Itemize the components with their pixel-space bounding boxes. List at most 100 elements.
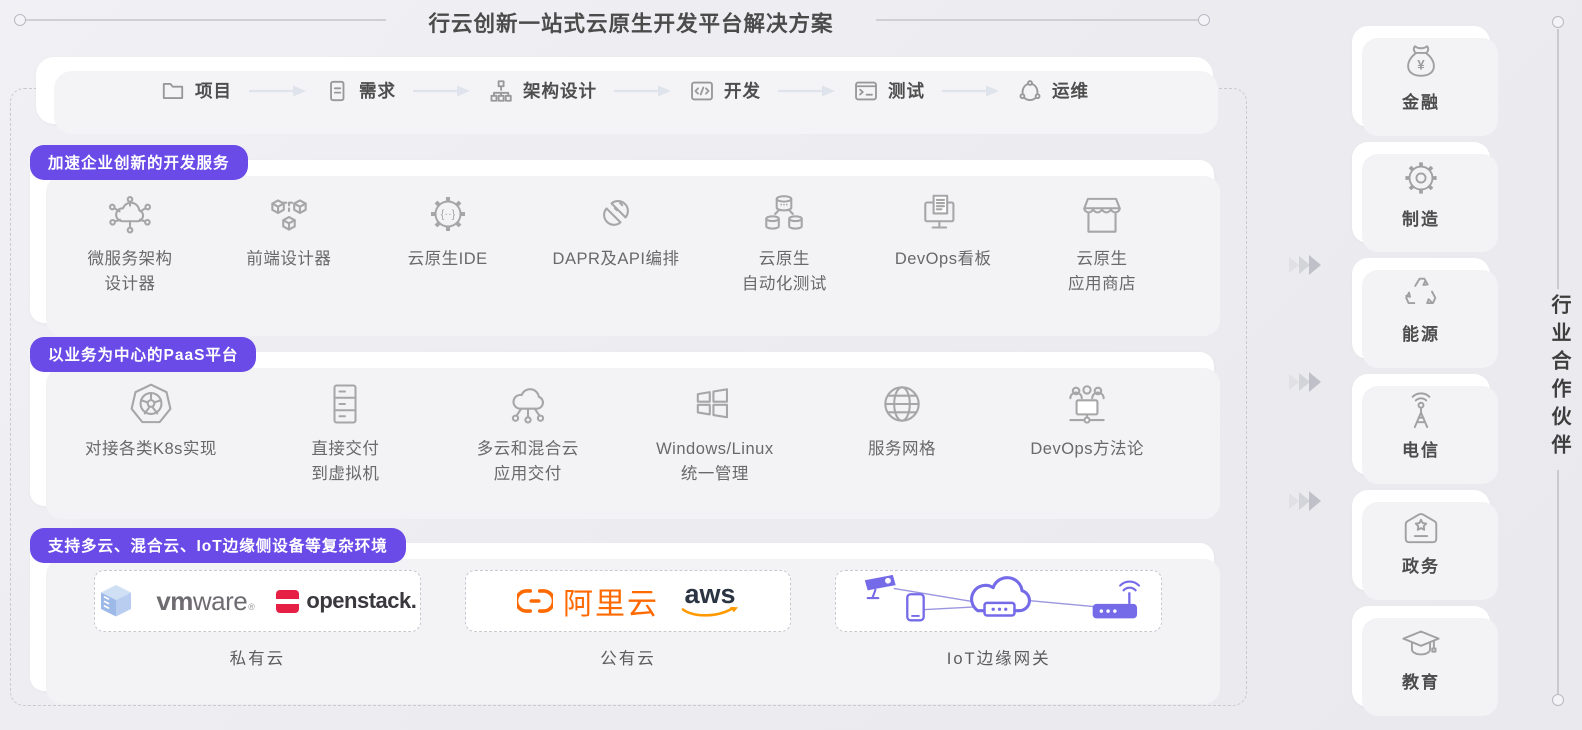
- feature-item: 云原生 应用商店: [1048, 184, 1156, 297]
- feature-item: DevOps看板: [889, 184, 997, 297]
- deco-line-title-left: [26, 19, 386, 21]
- flow-step-ops: 运维: [1017, 78, 1089, 104]
- env-iot-gateway: IoT边缘网关: [835, 570, 1163, 669]
- flow-step-label: 开发: [724, 81, 761, 101]
- env-box: [835, 570, 1163, 632]
- feature-item: DevOps方法论: [1030, 374, 1144, 487]
- feature-label: 到虚拟机: [311, 464, 380, 483]
- recycle-icon: [1405, 277, 1437, 304]
- aws-logo: aws: [681, 579, 739, 619]
- flow-step-label: 架构设计: [523, 81, 597, 101]
- devops-board-monitor-icon: [889, 184, 997, 238]
- app-store-icon: [1048, 184, 1156, 238]
- env-box: vm ware ® openstack.: [94, 570, 421, 632]
- vmware-logo-text: ware: [192, 585, 248, 616]
- feature-label: 统一管理: [680, 464, 749, 483]
- vmware-logo-text: vm: [156, 585, 193, 616]
- folder-icon: [162, 82, 184, 99]
- feature-item: 云原生 自动化测试: [730, 184, 838, 297]
- gear-code-ide-icon: {··}: [394, 184, 502, 238]
- windows-panes-icon: [656, 374, 773, 428]
- openstack-logo: openstack.: [276, 588, 417, 614]
- finance-moneybag-icon: ¥: [1407, 44, 1435, 77]
- microservice-architecture-icon: [76, 184, 184, 238]
- team-methodology-icon: [1030, 374, 1144, 428]
- env-box: 阿里云 aws: [464, 570, 792, 632]
- feature-label: 应用交付: [493, 464, 562, 483]
- feature-label: 多云和混合云: [476, 440, 579, 458]
- env-label: 公有云: [600, 650, 656, 668]
- flow-arrow-icon: [614, 85, 671, 96]
- section-paas-platform: 以业务为中心的PaaS平台 对接各类K8s实现 直接交付 到虚拟机 多云和混合云应…: [30, 337, 1220, 519]
- registered-mark: ®: [248, 601, 255, 612]
- industry-label: 电信: [1402, 440, 1440, 460]
- terminal-icon: [855, 81, 877, 100]
- alibaba-cloud-bracket-icon: [517, 589, 553, 613]
- iot-devices-icon: [864, 574, 1140, 622]
- feature-label: DevOps看板: [894, 250, 992, 268]
- industry-card-government: 政务: [1352, 490, 1498, 600]
- private-cloud-box-icon: [101, 585, 132, 617]
- section-environments: 支持多云、混合云、IoT边缘侧设备等复杂环境 vm ware ® openstack…: [30, 528, 1220, 704]
- feature-label: 对接各类K8s实现: [85, 440, 217, 458]
- section-badge: 加速企业创新的开发服务: [30, 145, 248, 180]
- industry-label: 教育: [1402, 672, 1440, 692]
- industry-card-telecom: 电信: [1352, 374, 1498, 484]
- feature-item: 微服务架构 设计器: [76, 184, 184, 297]
- feature-item: 直接交付 到虚拟机: [291, 374, 399, 487]
- government-building-icon: [1404, 512, 1438, 543]
- env-label: IoT边缘网关: [946, 650, 1051, 668]
- openstack-mark-icon: [276, 589, 300, 613]
- alibaba-cloud-logo-text: 阿里云: [563, 588, 659, 621]
- page-title: 行云创新一站式云原生开发平台解决方案: [428, 12, 834, 36]
- feature-label: 设计器: [104, 274, 156, 293]
- section-badge: 以业务为中心的PaaS平台: [30, 337, 257, 372]
- databases-testing-icon: [730, 184, 838, 238]
- deco-circle-top-left: [14, 14, 26, 26]
- flow-arrow-icon: [249, 85, 306, 96]
- industry-card-finance: ¥ 金融: [1352, 26, 1498, 136]
- feature-item: 前端设计器: [235, 184, 343, 297]
- chevron-right-icon: [1289, 372, 1321, 392]
- feature-label: 服务网格: [867, 440, 936, 458]
- industry-card-energy: 能源: [1352, 258, 1498, 368]
- industry-label: 能源: [1402, 324, 1440, 344]
- flow-step-label: 项目: [195, 81, 232, 101]
- openstack-logo-text: openstack.: [306, 588, 417, 613]
- feature-label: 云原生: [1076, 250, 1128, 268]
- code-window-icon: [691, 81, 713, 100]
- deco-line-right-lower: [1557, 470, 1559, 696]
- feature-label: 微服务架构: [87, 250, 173, 268]
- feature-item: DAPR及API编排: [553, 184, 680, 297]
- antenna-tower-icon: [1411, 391, 1431, 428]
- feature-label: DevOps方法论: [1030, 440, 1144, 458]
- deco-circle-top-right: [1198, 14, 1210, 26]
- alibaba-cloud-logo: 阿里云: [517, 579, 659, 623]
- deco-line-title-right: [876, 19, 1198, 21]
- feature-item: {··} 云原生IDE: [394, 184, 502, 297]
- gear-icon: [1405, 161, 1437, 194]
- multicloud-delivery-icon: [474, 374, 582, 428]
- feature-label: 云原生: [758, 250, 810, 268]
- feature-item: Windows/Linux 统一管理: [656, 374, 773, 487]
- flow-arrow-icon: [413, 85, 470, 96]
- industry-partners-column: ¥ 金融 制造 能源 电信 政务 教育: [1352, 26, 1498, 716]
- aws-smile-icon: [681, 606, 738, 617]
- svg-text:{··}: {··}: [440, 209, 455, 221]
- feature-item: 多云和混合云 应用交付: [474, 374, 582, 487]
- flow-step-label: 需求: [359, 81, 396, 101]
- feature-label: Windows/Linux: [656, 440, 774, 458]
- graduation-cap-icon: [1402, 630, 1440, 655]
- aws-logo-text: aws: [684, 579, 736, 610]
- env-label: 私有云: [229, 650, 286, 668]
- flow-step-architecture: 架构设计: [488, 78, 597, 104]
- deco-circle-right-top: [1552, 16, 1564, 28]
- flow-arrow-icon: [942, 85, 999, 96]
- flow-step-test: 测试: [853, 78, 925, 104]
- feature-label: 自动化测试: [741, 274, 827, 293]
- feature-item: 对接各类K8s实现: [85, 374, 217, 487]
- env-public-cloud: 阿里云 aws 公有云: [464, 570, 792, 669]
- flow-arrow-icon: [778, 85, 835, 96]
- industry-partners-vertical-label: 行业合作伙伴: [1548, 294, 1570, 462]
- svg-text:¥: ¥: [1417, 57, 1425, 72]
